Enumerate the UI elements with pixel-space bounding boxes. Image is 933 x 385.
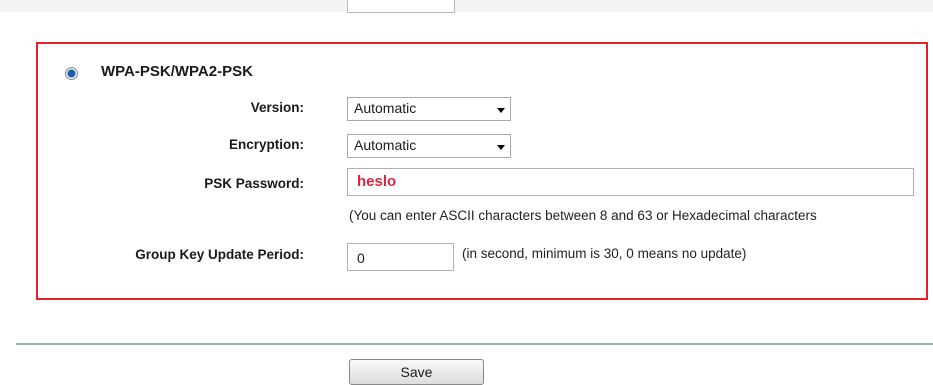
save-button[interactable]: Save — [349, 359, 484, 385]
encryption-value: Automatic — [354, 137, 417, 153]
chevron-down-icon — [497, 145, 505, 150]
group-key-update-value: 0 — [357, 250, 365, 266]
psk-password-input[interactable]: heslo — [347, 168, 914, 196]
group-key-update-label: Group Key Update Period: — [135, 247, 304, 262]
encryption-label: Encryption: — [228, 137, 304, 152]
group-key-update-input[interactable]: 0 — [347, 243, 454, 271]
version-select[interactable]: Automatic — [347, 97, 511, 121]
psk-password-hint: (You can enter ASCII characters between … — [349, 208, 817, 223]
psk-password-value: heslo — [357, 173, 397, 190]
section-divider — [16, 343, 933, 345]
top-strip — [0, 0, 933, 12]
wpa-psk-radio[interactable] — [65, 67, 78, 80]
group-key-update-hint: (in second, minimum is 30, 0 means no up… — [462, 246, 747, 261]
version-value: Automatic — [354, 100, 417, 116]
security-mode-title: WPA-PSK/WPA2-PSK — [101, 63, 253, 80]
version-label: Version: — [250, 100, 304, 115]
psk-password-label: PSK Password: — [204, 176, 304, 191]
previous-field[interactable] — [347, 0, 455, 13]
chevron-down-icon — [497, 108, 505, 113]
encryption-select[interactable]: Automatic — [347, 134, 511, 158]
